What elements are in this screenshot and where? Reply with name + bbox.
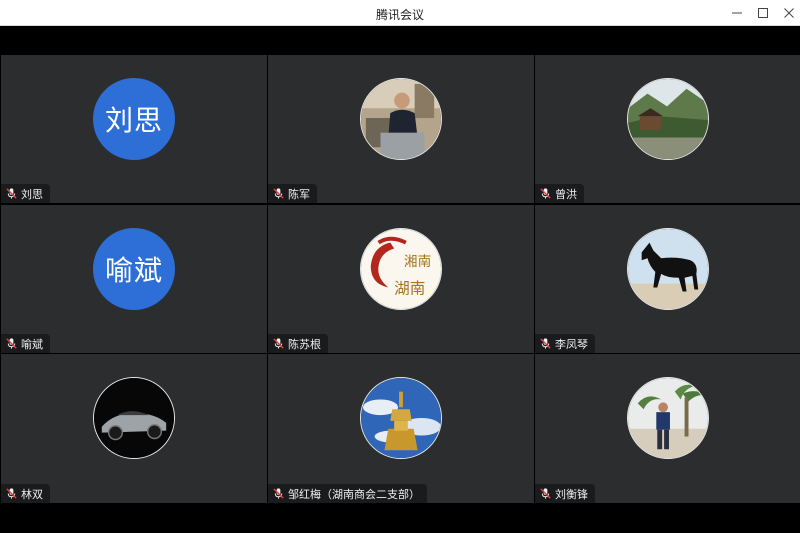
- participant-tile[interactable]: 邹红梅（湖南商会二支部）: [268, 354, 534, 503]
- close-icon: [784, 8, 794, 18]
- participant-name-tag: 林双: [1, 484, 50, 503]
- participant-name-tag: 邹红梅（湖南商会二支部）: [268, 484, 427, 503]
- participant-tile[interactable]: 刘衡锋: [535, 354, 800, 503]
- mic-muted-icon: [540, 188, 551, 199]
- window-title: 腾讯会议: [375, 8, 424, 22]
- avatar: [93, 377, 175, 459]
- participant-name: 刘衡锋: [555, 487, 588, 501]
- title-bar: 腾讯会议: [0, 0, 800, 26]
- avatar: 喻斌: [93, 228, 175, 310]
- photo-man-palm-trees-image: [628, 378, 708, 458]
- participant-name-tag: 李凤琴: [535, 334, 595, 353]
- participant-name-tag: 陈军: [268, 184, 317, 203]
- participant-tile[interactable]: 湘南 湖南 陈苏根: [268, 205, 534, 353]
- svg-text:湖南: 湖南: [394, 279, 425, 297]
- participant-tile[interactable]: 曾洪: [535, 55, 800, 203]
- avatar: 湘南 湖南: [360, 228, 442, 310]
- photo-man-at-machine-image: [361, 79, 441, 159]
- avatar: [360, 377, 442, 459]
- mic-muted-icon: [273, 188, 284, 199]
- participant-name: 陈军: [288, 187, 310, 201]
- mic-muted-icon: [273, 338, 284, 349]
- meeting-window: 腾讯会议 刘思 刘思 陈军 曾洪 喻斌 喻斌 湘南 湖南 陈苏根 李凤琴 林双 …: [0, 0, 800, 533]
- participant-name-tag: 喻斌: [1, 334, 50, 353]
- avatar: 刘思: [93, 78, 175, 160]
- participant-name: 林双: [21, 487, 43, 501]
- participant-name: 邹红梅（湖南商会二支部）: [288, 487, 420, 501]
- top-toolbar-area: [0, 26, 800, 54]
- participant-tile[interactable]: 陈军: [268, 55, 534, 203]
- minimize-icon: [732, 12, 742, 14]
- participant-name: 曾洪: [555, 187, 577, 201]
- photo-black-horse-image: [628, 229, 708, 309]
- participant-tile[interactable]: 刘思 刘思: [1, 55, 267, 203]
- participant-name-tag: 陈苏根: [268, 334, 328, 353]
- mic-muted-icon: [6, 488, 17, 499]
- participant-name: 李凤琴: [555, 337, 588, 351]
- photo-silver-sports-car-image: [94, 378, 174, 458]
- participant-tile[interactable]: 李凤琴: [535, 205, 800, 353]
- mic-muted-icon: [540, 338, 551, 349]
- participant-grid: 刘思 刘思 陈军 曾洪 喻斌 喻斌 湘南 湖南 陈苏根 李凤琴 林双 邹红梅（湖…: [0, 54, 800, 503]
- participant-name-tag: 刘思: [1, 184, 50, 203]
- avatar: [627, 377, 709, 459]
- photo-golden-statue-sky-image: [361, 378, 441, 458]
- avatar: [627, 228, 709, 310]
- avatar: [360, 78, 442, 160]
- participant-tile[interactable]: 喻斌 喻斌: [1, 205, 267, 353]
- mic-muted-icon: [273, 488, 284, 499]
- avatar: [627, 78, 709, 160]
- svg-text:湘南: 湘南: [404, 254, 431, 270]
- logo-hunan-calligraphy-image: 湘南 湖南: [361, 229, 441, 309]
- maximize-icon: [758, 8, 768, 18]
- mic-muted-icon: [540, 488, 551, 499]
- participant-name: 陈苏根: [288, 337, 321, 351]
- participant-tile[interactable]: 林双: [1, 354, 267, 503]
- mic-muted-icon: [6, 188, 17, 199]
- participant-name-tag: 刘衡锋: [535, 484, 595, 503]
- photo-village-landscape-image: [628, 79, 708, 159]
- participant-name-tag: 曾洪: [535, 184, 584, 203]
- close-button[interactable]: [774, 0, 800, 26]
- mic-muted-icon: [6, 338, 17, 349]
- participant-name: 刘思: [21, 187, 43, 201]
- bottom-toolbar-area: [0, 503, 800, 533]
- participant-name: 喻斌: [21, 337, 43, 351]
